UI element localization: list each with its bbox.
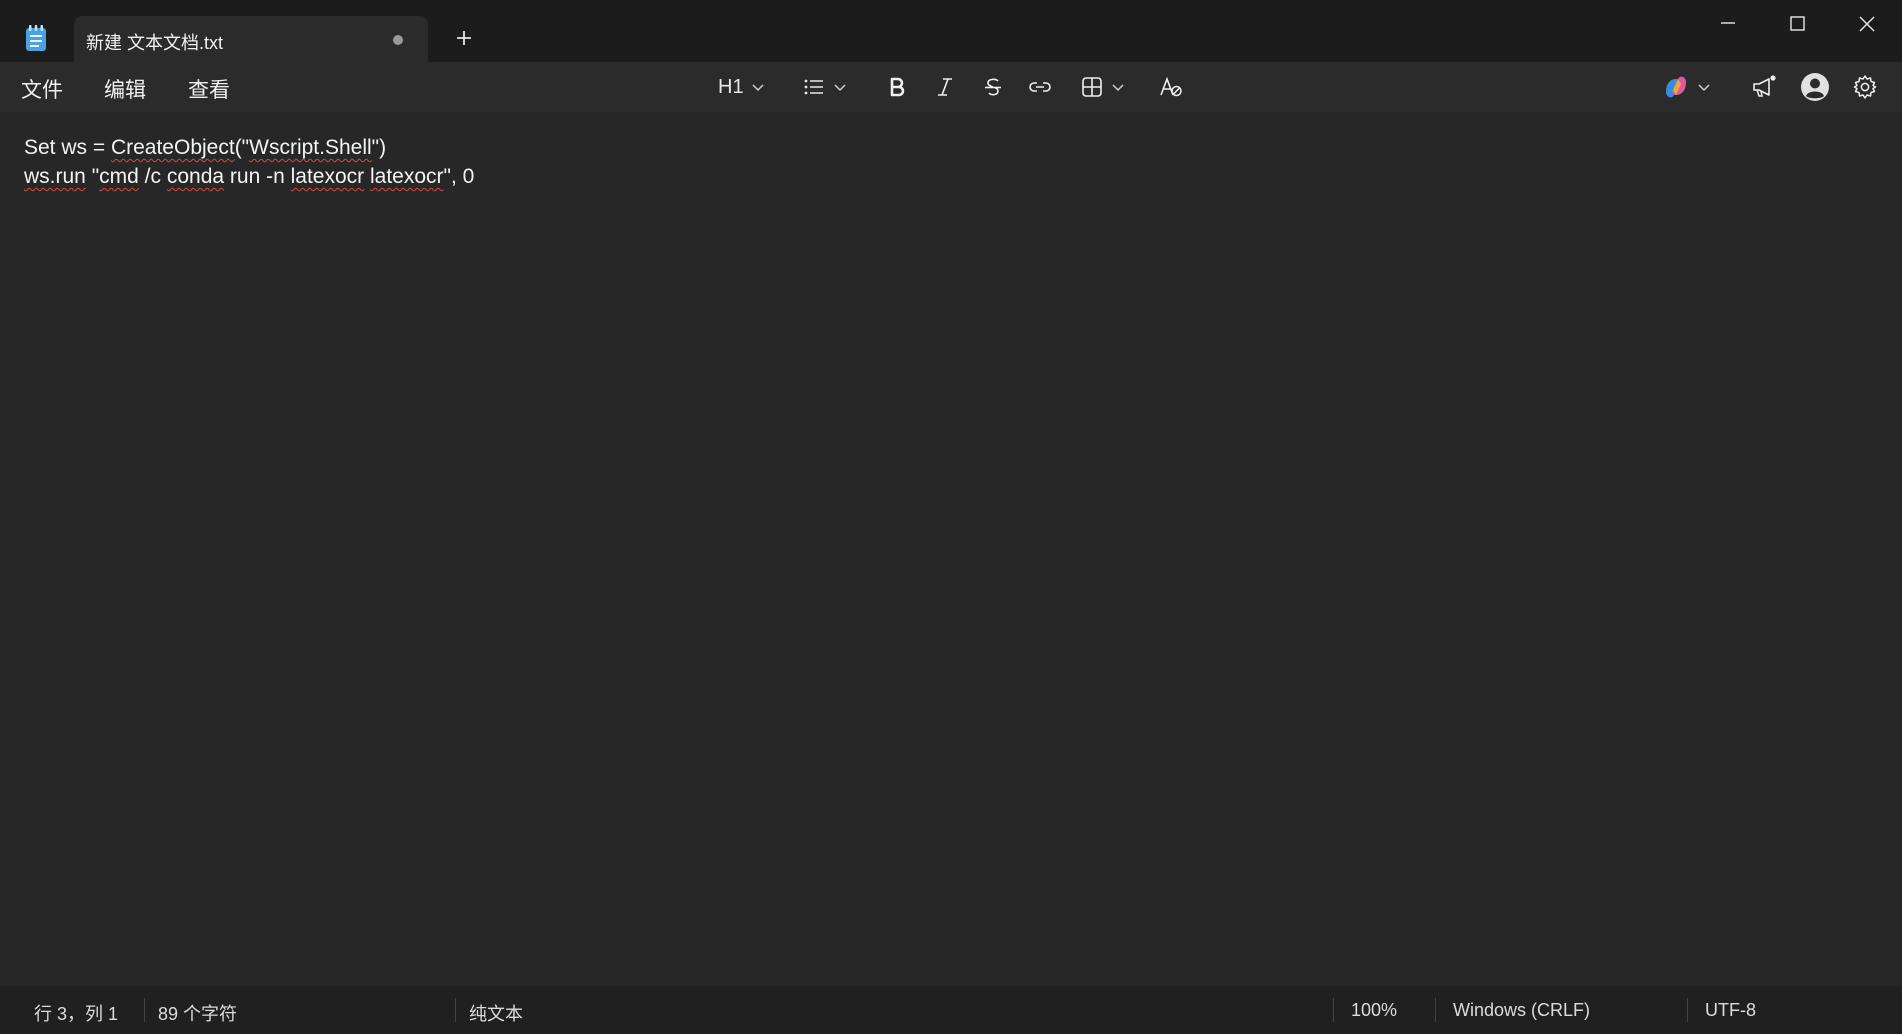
code-text: /c	[138, 165, 167, 188]
status-bar: 行 3，列 1 89 个字符 纯文本 100% Windows (CRLF) U…	[0, 986, 1902, 1034]
minimize-button[interactable]	[1706, 10, 1750, 46]
copilot-icon	[1666, 76, 1686, 98]
new-tab-button[interactable]	[450, 24, 478, 52]
clear-formatting-button[interactable]	[1158, 70, 1184, 104]
settings-button[interactable]	[1852, 70, 1878, 104]
close-button[interactable]	[1845, 10, 1889, 46]
avatar-icon	[1801, 73, 1829, 101]
italic-icon	[938, 78, 952, 96]
editor-line-1: Set ws = CreateObject("Wscript.Shell")	[24, 136, 386, 160]
title-bar: 新建 文本文档.txt	[0, 0, 1902, 62]
tab-title: 新建 文本文档.txt	[86, 33, 224, 53]
copilot-dropdown[interactable]	[1662, 70, 1712, 104]
status-line-ending[interactable]: Windows (CRLF)	[1453, 1000, 1590, 1021]
list-icon	[804, 79, 823, 95]
menu-file[interactable]: 文件	[21, 74, 63, 104]
menu-edit[interactable]: 编辑	[104, 74, 146, 104]
status-divider	[1333, 998, 1334, 1022]
spell-error-word: CreateObject	[110, 136, 235, 159]
unsaved-dot-icon[interactable]	[393, 35, 403, 45]
maximize-button[interactable]	[1775, 10, 1819, 46]
feedback-button[interactable]	[1750, 70, 1778, 104]
megaphone-icon	[1753, 75, 1776, 97]
table-dropdown[interactable]	[1080, 70, 1126, 104]
status-divider	[144, 998, 145, 1022]
chevron-down-icon	[752, 84, 764, 92]
code-text: Set ws =	[24, 136, 111, 159]
menu-toolbar: 文件 编辑 查看 H1	[0, 62, 1902, 112]
chevron-down-icon	[1112, 84, 1124, 92]
code-text: ", 0	[443, 165, 475, 188]
code-text: ("	[234, 136, 250, 159]
italic-button[interactable]	[933, 70, 957, 104]
list-dropdown[interactable]	[802, 70, 848, 104]
link-button[interactable]	[1027, 70, 1053, 104]
link-icon	[1029, 82, 1051, 92]
tab-document[interactable]: 新建 文本文档.txt	[74, 16, 428, 62]
spell-error-word: ws.run	[24, 165, 86, 188]
chevron-down-icon	[1698, 84, 1710, 92]
spell-error-word: cmd	[99, 165, 139, 188]
spell-error-word: Wscript.Shell	[249, 136, 372, 159]
status-cursor-position[interactable]: 行 3，列 1	[34, 1000, 118, 1026]
status-encoding[interactable]: UTF-8	[1705, 1000, 1756, 1021]
clear-formatting-icon	[1160, 76, 1182, 97]
chevron-down-icon	[834, 84, 846, 92]
status-divider	[455, 998, 456, 1022]
status-char-count: 89 个字符	[158, 1004, 238, 1024]
menu-view[interactable]: 查看	[188, 74, 230, 104]
code-text: run -n	[224, 165, 291, 188]
text-editor[interactable]: Set ws = CreateObject("Wscript.Shell") w…	[0, 112, 1902, 986]
editor-line-2: ws.run "cmd /c conda run -n latexocr lat…	[24, 165, 474, 189]
heading-dropdown[interactable]: H1	[718, 70, 766, 104]
bold-icon	[890, 77, 905, 97]
table-icon	[1082, 77, 1102, 97]
notepad-window: 新建 文本文档.txt 文件 编辑 查看 H1 Set ws = CreateO…	[0, 0, 1902, 1034]
strikethrough-button[interactable]	[981, 70, 1005, 104]
maximize-icon	[1790, 16, 1805, 31]
status-divider	[1435, 998, 1436, 1022]
minimize-icon	[1721, 22, 1735, 24]
spell-error-word: latexocr	[369, 165, 444, 188]
code-text: ")	[371, 136, 387, 159]
bold-button[interactable]	[885, 70, 909, 104]
heading-label: H1	[718, 75, 744, 98]
status-format[interactable]: 纯文本	[469, 1000, 523, 1026]
spell-error-word: latexocr	[290, 165, 365, 188]
status-divider	[1687, 998, 1688, 1022]
code-text: "	[85, 165, 100, 188]
spell-error-word: conda	[166, 165, 225, 188]
account-button[interactable]	[1800, 70, 1830, 104]
gear-icon	[1853, 75, 1877, 99]
status-zoom[interactable]: 100%	[1351, 1000, 1397, 1021]
notepad-app-icon	[24, 24, 48, 52]
strikethrough-icon	[985, 78, 1001, 96]
plus-icon	[457, 31, 471, 45]
close-icon	[1859, 16, 1875, 32]
